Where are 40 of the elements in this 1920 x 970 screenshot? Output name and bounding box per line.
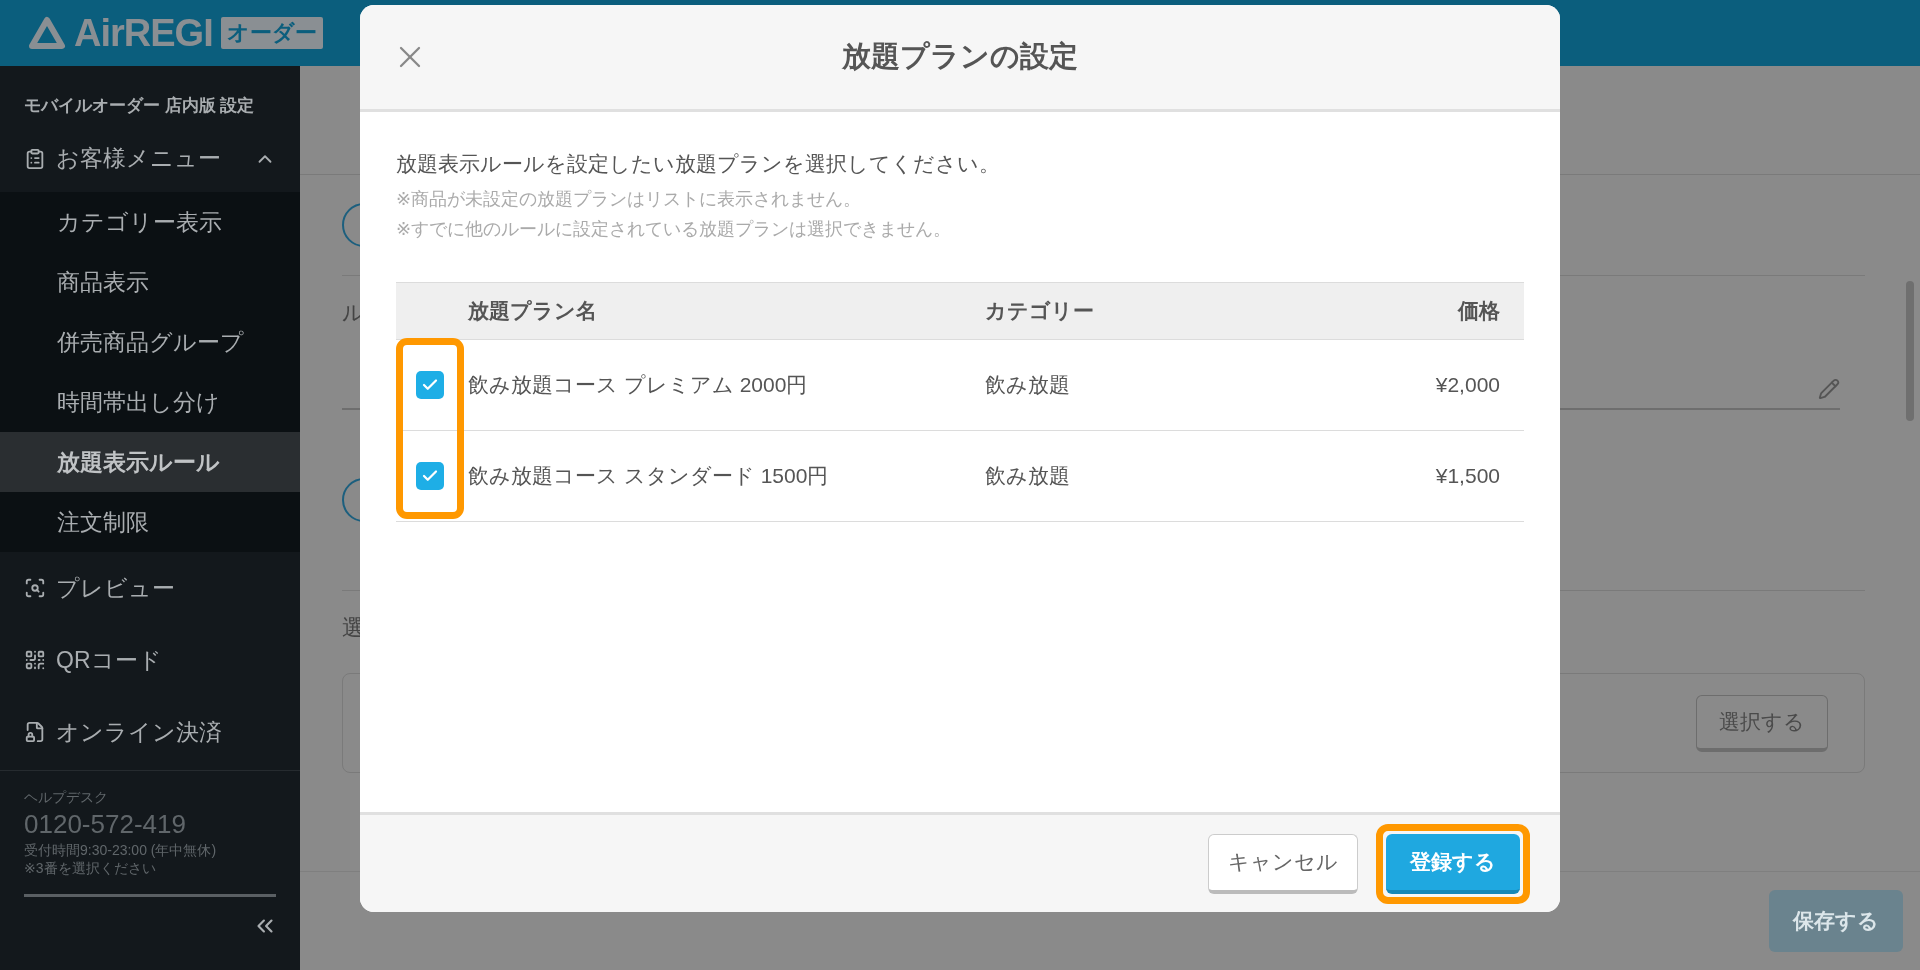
table-cell-text: 飲み放題 xyxy=(985,463,1071,489)
cancel-button[interactable]: キャンセル xyxy=(1208,833,1358,894)
sidebar-item[interactable]: 注文制限 xyxy=(0,492,300,552)
sidebar-item[interactable]: カテゴリー表示 xyxy=(0,192,300,252)
helpdesk-phone: 0120-572-419 xyxy=(24,809,187,840)
checkbox[interactable] xyxy=(416,371,444,399)
menu-group-header[interactable]: お客様メニュー xyxy=(0,133,300,192)
table-cell-text: ¥1,500 xyxy=(1434,464,1501,488)
logo-triangle-icon xyxy=(28,16,66,50)
helpdesk-label: ヘルプデスク xyxy=(24,789,109,807)
sidebar-link[interactable]: QRコード xyxy=(0,624,300,696)
column-header: カテゴリー xyxy=(985,298,1095,324)
qr-code-icon xyxy=(24,649,46,671)
note-text: ※商品が未設定の放題プランはリストに表示されません。 xyxy=(396,188,863,211)
table-cell-text: 飲み放題コース スタンダード 1500円 xyxy=(468,463,830,489)
instruction-text: 放題表示ルールを設定したい放題プランを選択してください。 xyxy=(396,151,1001,177)
sidebar-item[interactable]: 時間帯出し分け xyxy=(0,372,300,432)
sidebar-item[interactable]: 放題表示ルール xyxy=(0,432,300,492)
sidebar-link[interactable]: プレビュー xyxy=(0,552,300,624)
helpdesk-hours: 受付時間9:30-23:00 (年中無休) xyxy=(24,842,218,860)
preview-icon xyxy=(24,577,46,599)
checkbox[interactable] xyxy=(416,462,444,490)
scrollbar-thumb[interactable] xyxy=(1906,281,1914,421)
sidebar-link[interactable]: オンライン決済 xyxy=(0,696,300,768)
clipboard-icon xyxy=(24,147,46,170)
column-header: 価格 xyxy=(1456,298,1501,324)
table-cell-text: 飲み放題コース プレミアム 2000円 xyxy=(468,372,809,398)
table-cell-text: ¥2,000 xyxy=(1434,373,1501,397)
document-icon xyxy=(24,721,46,743)
helpdesk-note: ※3番を選択ください xyxy=(24,860,157,878)
dialog-title: 放題プランの設定 xyxy=(842,39,1078,74)
sidebar-item[interactable]: 併売商品グループ xyxy=(0,312,300,372)
pencil-icon xyxy=(1818,378,1840,400)
sidebar-section-title: モバイルオーダー 店内版 設定 xyxy=(23,95,256,117)
sidebar-item[interactable]: 商品表示 xyxy=(0,252,300,312)
brand-logo-text: AirREGI xyxy=(74,11,213,55)
brand-badge: オーダー xyxy=(220,17,323,49)
column-header: 放題プラン名 xyxy=(468,298,598,324)
note-text: ※すでに他のルールに設定されている放題プランは選択できません。 xyxy=(396,218,953,241)
table-cell-text: 飲み放題 xyxy=(985,372,1071,398)
